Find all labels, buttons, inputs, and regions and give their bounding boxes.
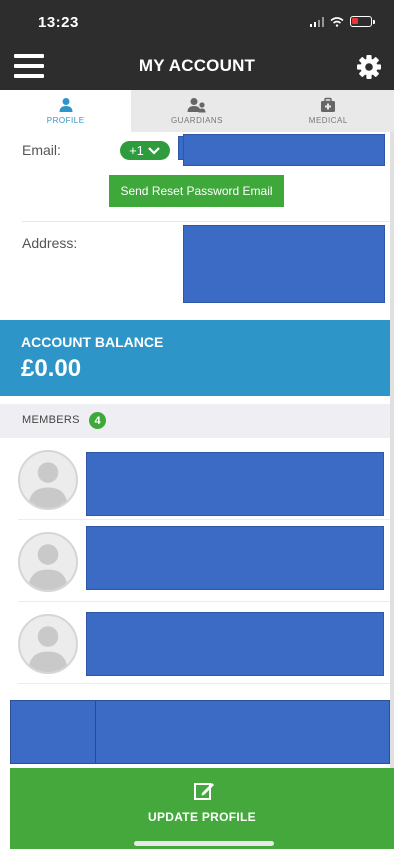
member-row[interactable] bbox=[0, 520, 390, 602]
battery-icon bbox=[350, 16, 375, 27]
avatar-placeholder-icon bbox=[18, 614, 78, 674]
account-balance-value: £0.00 bbox=[21, 355, 82, 382]
redacted-address-field[interactable] bbox=[183, 225, 385, 303]
settings-gear-icon[interactable] bbox=[354, 52, 384, 82]
scrollbar[interactable] bbox=[390, 132, 394, 768]
profile-tabs: PROFILE GUARDIANS MEDICAL bbox=[0, 90, 394, 132]
redacted-member-info bbox=[86, 526, 384, 590]
member-row[interactable] bbox=[0, 438, 390, 520]
medical-kit-icon bbox=[321, 97, 336, 112]
profile-content: Email: +1 Send Reset Password Email Addr… bbox=[0, 132, 390, 768]
home-indicator[interactable] bbox=[134, 841, 274, 846]
app-header: MY ACCOUNT bbox=[0, 44, 394, 90]
row-divider bbox=[18, 683, 390, 684]
redacted-email-field[interactable] bbox=[183, 134, 385, 166]
update-profile-label: UPDATE PROFILE bbox=[148, 810, 256, 824]
avatar-placeholder-icon bbox=[18, 450, 78, 510]
send-reset-password-button[interactable]: Send Reset Password Email bbox=[109, 175, 284, 207]
cellular-signal-icon bbox=[310, 16, 324, 27]
status-icons bbox=[310, 16, 375, 27]
account-balance-label: ACCOUNT BALANCE bbox=[21, 334, 164, 350]
country-code-selector[interactable]: +1 bbox=[120, 141, 170, 160]
guardians-icon bbox=[187, 98, 206, 113]
tab-medical-label: MEDICAL bbox=[308, 116, 348, 125]
redacted-separator bbox=[95, 701, 96, 763]
address-label: Address: bbox=[22, 235, 78, 251]
members-label: MEMBERS bbox=[22, 414, 80, 426]
members-header: MEMBERS 4 bbox=[0, 404, 390, 438]
tab-profile[interactable]: PROFILE bbox=[0, 90, 132, 132]
account-balance-panel: ACCOUNT BALANCE £0.00 bbox=[0, 320, 390, 396]
redacted-member-info bbox=[86, 452, 384, 516]
tab-guardians[interactable]: GUARDIANS bbox=[131, 90, 263, 132]
divider bbox=[22, 221, 390, 222]
member-row[interactable] bbox=[0, 602, 390, 684]
members-count-badge: 4 bbox=[89, 412, 106, 429]
person-icon bbox=[59, 98, 73, 112]
status-bar: 13:23 bbox=[0, 0, 394, 44]
redacted-member-row bbox=[10, 700, 390, 764]
wifi-icon bbox=[330, 16, 344, 27]
email-label: Email: bbox=[22, 142, 61, 158]
tab-profile-label: PROFILE bbox=[46, 116, 85, 125]
country-code-value: +1 bbox=[129, 143, 144, 158]
status-time: 13:23 bbox=[38, 14, 79, 31]
page-title: MY ACCOUNT bbox=[138, 56, 256, 75]
chevron-down-icon bbox=[148, 146, 160, 155]
edit-icon bbox=[194, 783, 214, 800]
email-row: Email: +1 Send Reset Password Email bbox=[0, 132, 390, 222]
tab-guardians-label: GUARDIANS bbox=[170, 116, 224, 125]
tab-medical[interactable]: MEDICAL bbox=[262, 90, 394, 132]
avatar-placeholder-icon bbox=[18, 532, 78, 592]
update-profile-button[interactable]: UPDATE PROFILE bbox=[10, 768, 394, 849]
redacted-member-info bbox=[86, 612, 384, 676]
